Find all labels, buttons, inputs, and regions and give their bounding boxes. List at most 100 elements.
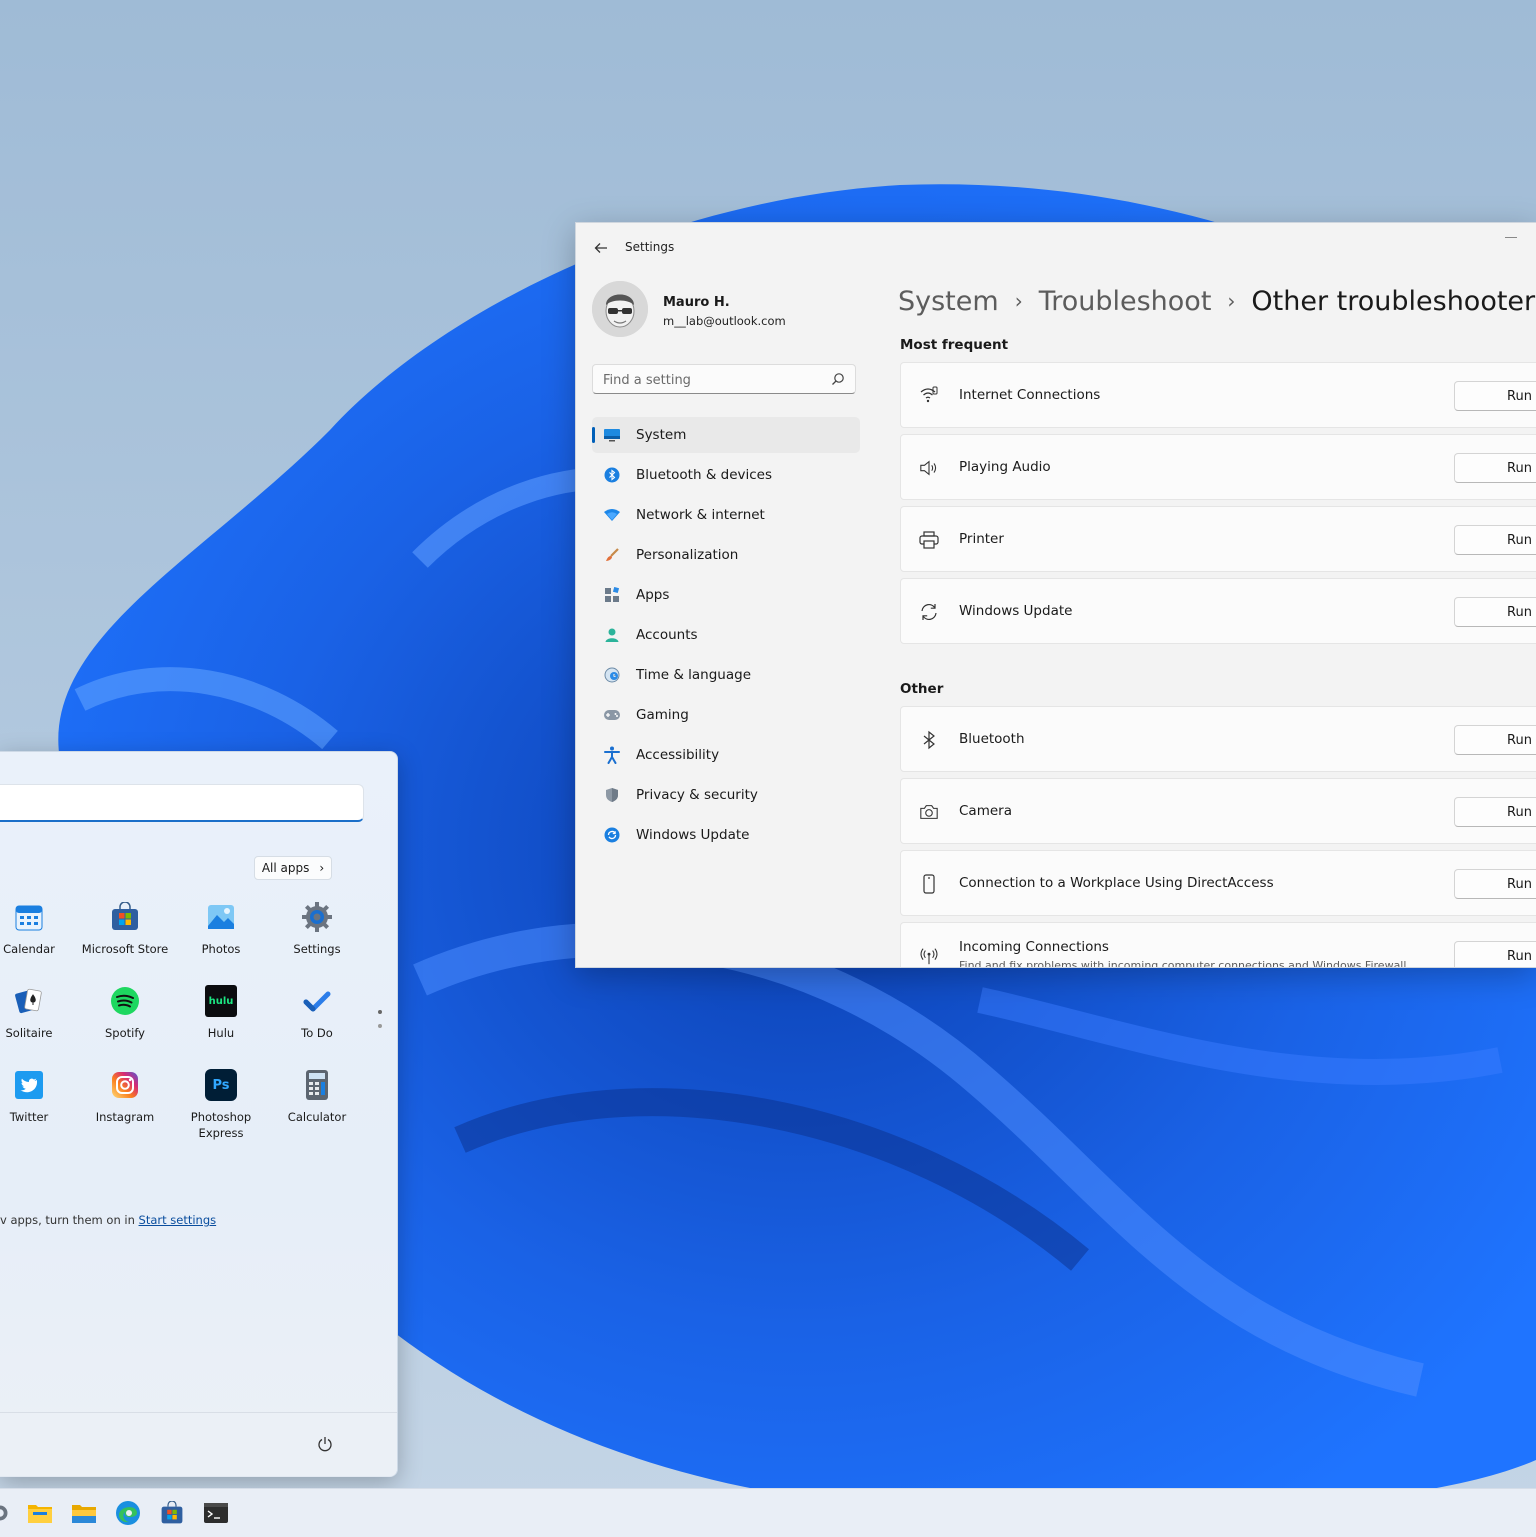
accessibility-icon <box>602 745 622 765</box>
troubleshooter-label: Camera <box>959 803 1012 819</box>
update-icon <box>602 825 622 845</box>
nav-label: System <box>636 427 687 443</box>
run-button[interactable]: Run <box>1454 453 1536 483</box>
troubleshooter-label: Bluetooth <box>959 731 1025 747</box>
system-icon <box>602 425 622 445</box>
run-button[interactable]: Run <box>1454 525 1536 555</box>
app-settings[interactable]: Settings <box>269 897 365 977</box>
all-apps-button[interactable]: All apps › <box>254 856 332 880</box>
taskbar <box>0 1488 1536 1537</box>
app-instagram[interactable]: Instagram <box>77 1065 173 1145</box>
taskbar-terminal[interactable] <box>202 1499 230 1527</box>
start-menu: All apps › Calendar Microsoft Store Phot… <box>0 751 398 1477</box>
run-button[interactable]: Run <box>1454 869 1536 899</box>
run-button[interactable]: Run <box>1454 941 1536 967</box>
app-hulu[interactable]: hulu Hulu <box>173 981 269 1061</box>
nav-label: Time & language <box>636 667 752 683</box>
gamepad-icon <box>602 705 622 725</box>
troubleshooter-label: Internet Connections <box>959 387 1101 403</box>
start-footer <box>0 1412 397 1477</box>
app-label: Hulu <box>207 1026 235 1040</box>
photoshop-logo-text: Ps <box>212 1077 230 1093</box>
arrow-left-icon <box>594 243 607 253</box>
app-calendar[interactable]: Calendar <box>0 897 77 977</box>
avatar <box>592 281 648 337</box>
nav-item-windows-update[interactable]: Windows Update <box>592 817 860 853</box>
app-label: Photos <box>201 942 241 956</box>
app-calculator[interactable]: Calculator <box>269 1065 365 1145</box>
back-button[interactable] <box>590 237 612 259</box>
avatar-icon <box>592 281 648 337</box>
gear-icon <box>301 901 333 933</box>
app-label: Twitter <box>9 1110 49 1124</box>
run-button[interactable]: Run <box>1454 381 1536 411</box>
title-bar: Settings <box>576 223 1536 271</box>
taskbar-file-explorer[interactable] <box>70 1499 98 1527</box>
calendar-icon <box>13 901 45 933</box>
minimize-button[interactable] <box>1505 237 1517 238</box>
settings-nav: System Bluetooth & devices Network & int… <box>592 417 860 857</box>
breadcrumb-system[interactable]: System <box>898 286 999 317</box>
signal-icon <box>919 386 939 406</box>
troubleshooter-label: Windows Update <box>959 603 1073 619</box>
nav-label: Windows Update <box>636 827 750 843</box>
app-photoshop-express[interactable]: Ps Photoshop Express <box>173 1065 269 1145</box>
nav-item-apps[interactable]: Apps <box>592 577 860 613</box>
troubleshooter-row-playing-audio: Playing Audio Run <box>900 434 1536 500</box>
brush-icon <box>602 545 622 565</box>
speaker-icon <box>919 458 939 478</box>
run-button[interactable]: Run <box>1454 597 1536 627</box>
nav-item-time-language[interactable]: Time & language <box>592 657 860 693</box>
all-apps-label: All apps <box>261 861 310 875</box>
nav-item-privacy-security[interactable]: Privacy & security <box>592 777 860 813</box>
nav-item-bluetooth-devices[interactable]: Bluetooth & devices <box>592 457 860 493</box>
photoshop-icon: Ps <box>205 1069 237 1101</box>
app-label: Photoshop Express <box>190 1110 252 1140</box>
settings-search <box>592 364 856 395</box>
taskbar-store[interactable] <box>158 1499 186 1527</box>
checkmark-icon <box>301 985 333 1017</box>
app-to-do[interactable]: To Do <box>269 981 365 1061</box>
app-spotify[interactable]: Spotify <box>77 981 173 1061</box>
run-button[interactable]: Run <box>1454 725 1536 755</box>
power-button[interactable] <box>314 1433 336 1455</box>
pinned-apps-grid: Calendar Microsoft Store Photos Settings… <box>0 897 397 1157</box>
app-label: Calculator <box>287 1110 347 1124</box>
app-label: To Do <box>301 1026 333 1040</box>
app-solitaire[interactable]: Solitaire <box>0 981 77 1061</box>
nav-item-network-internet[interactable]: Network & internet <box>592 497 860 533</box>
nav-label: Bluetooth & devices <box>636 467 773 483</box>
find-setting-input[interactable] <box>593 365 835 395</box>
nav-label: Network & internet <box>636 507 765 523</box>
photos-icon <box>205 901 237 933</box>
user-name: Mauro H. <box>663 295 730 310</box>
instagram-icon <box>109 1069 141 1101</box>
start-settings-link[interactable]: Start settings <box>139 1213 217 1227</box>
store-icon <box>109 901 141 933</box>
calculator-icon <box>301 1069 333 1101</box>
breadcrumb-troubleshoot[interactable]: Troubleshoot <box>1039 286 1212 317</box>
nav-item-accounts[interactable]: Accounts <box>592 617 860 653</box>
nav-item-gaming[interactable]: Gaming <box>592 697 860 733</box>
start-search-input[interactable] <box>0 785 352 821</box>
page-dots-icon[interactable] <box>376 1008 384 1030</box>
app-microsoft-store[interactable]: Microsoft Store <box>77 897 173 977</box>
taskbar-settings[interactable] <box>0 1499 14 1527</box>
troubleshooter-label: Playing Audio <box>959 459 1051 475</box>
taskbar-folder[interactable] <box>26 1499 54 1527</box>
taskbar-edge[interactable] <box>114 1499 142 1527</box>
bluetooth-icon <box>919 730 939 750</box>
chevron-right-icon: › <box>1014 289 1023 313</box>
twitter-icon <box>13 1069 45 1101</box>
nav-item-personalization[interactable]: Personalization <box>592 537 860 573</box>
troubleshooter-label: Connection to a Workplace Using DirectAc… <box>959 875 1274 891</box>
troubleshooter-description: Find and fix problems with incoming comp… <box>959 959 1407 968</box>
nav-item-system[interactable]: System <box>592 417 860 453</box>
user-profile[interactable]: Mauro H. m__lab@outlook.com <box>592 281 852 345</box>
app-photos[interactable]: Photos <box>173 897 269 977</box>
nav-item-accessibility[interactable]: Accessibility <box>592 737 860 773</box>
app-twitter[interactable]: Twitter <box>0 1065 77 1145</box>
nav-label: Gaming <box>636 707 689 723</box>
app-label: Spotify <box>105 1026 145 1040</box>
run-button[interactable]: Run <box>1454 797 1536 827</box>
